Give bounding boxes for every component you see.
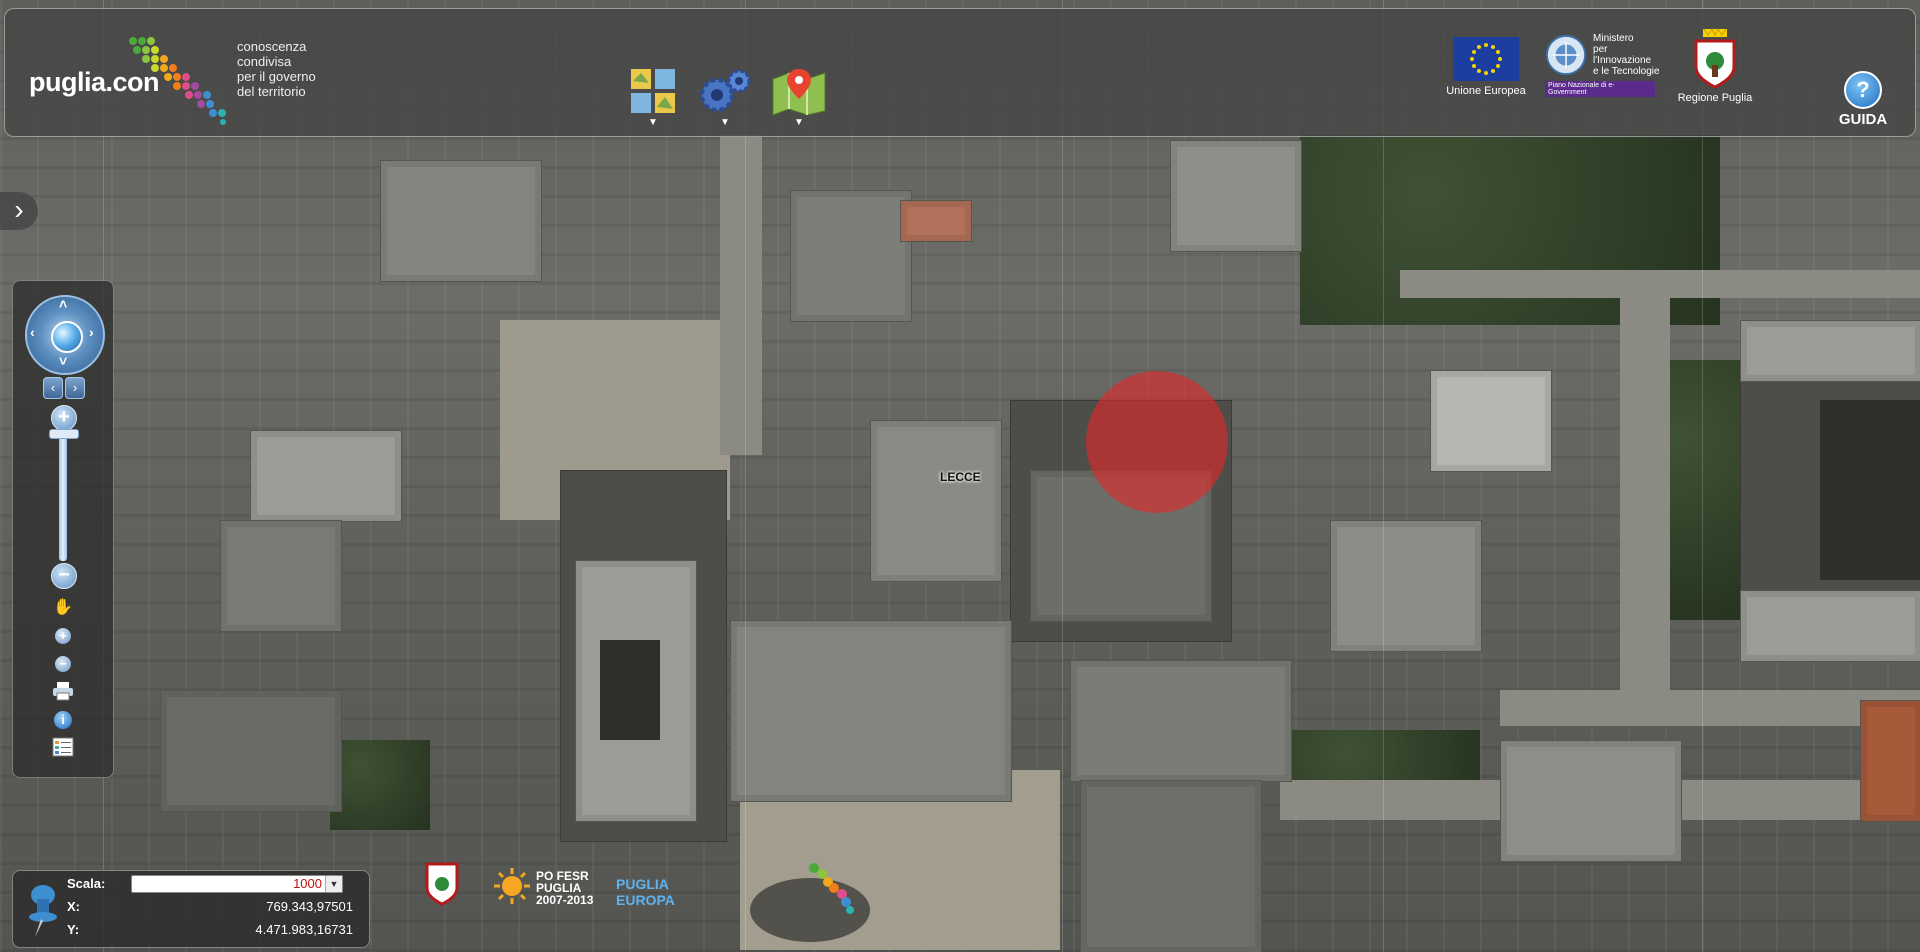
city-label: LECCE xyxy=(940,470,981,484)
ministero-emblem-icon xyxy=(1545,34,1587,76)
zoom-in-small-icon: + xyxy=(55,628,71,644)
help-label: GUIDA xyxy=(1838,111,1888,128)
x-coordinate: 769.343,97501 xyxy=(266,899,353,914)
pan-left-icon[interactable]: ‹ xyxy=(30,324,35,340)
regione-label: Regione Puglia xyxy=(1677,92,1753,104)
regione-coat-of-arms-icon xyxy=(1694,28,1736,89)
side-panel-toggle[interactable]: › xyxy=(0,192,38,230)
info-button[interactable]: i xyxy=(51,709,75,731)
hand-icon: ✋ xyxy=(53,599,73,616)
x-label: X: xyxy=(67,899,80,914)
map-tool-button[interactable]: ▼ xyxy=(769,67,829,129)
history-back-button[interactable]: ‹ xyxy=(43,377,63,399)
printer-icon xyxy=(53,682,73,701)
y-coordinate: 4.471.983,16731 xyxy=(255,922,353,937)
navigation-panel: ˄ ˅ ‹ › ‹ › + − ✋ + − i xyxy=(12,280,114,778)
aerial-map[interactable]: LECCE xyxy=(0,0,1920,952)
chevron-right-icon: › xyxy=(14,194,24,225)
eu-logo[interactable]: Unione Europea xyxy=(1441,37,1531,97)
help-question-icon: ? xyxy=(1844,71,1882,109)
settings-gears-icon xyxy=(700,69,751,112)
chevron-right-icon: › xyxy=(72,380,78,395)
layers-tool-button[interactable]: ▼ xyxy=(623,67,683,129)
chevron-left-icon: ‹ xyxy=(50,380,56,395)
chevron-down-icon[interactable]: ▼ xyxy=(325,876,342,892)
scala-value: 1000 xyxy=(293,876,322,891)
dropdown-arrow-icon: ▼ xyxy=(720,117,730,128)
footer-brand-dots-icon xyxy=(750,863,870,942)
pan-right-icon[interactable]: › xyxy=(89,324,94,340)
print-button[interactable] xyxy=(51,681,75,703)
ministero-subtitle: Piano Nazionale di e-Government xyxy=(1545,81,1655,97)
zoom-slider-handle[interactable] xyxy=(49,429,79,439)
dropdown-arrow-icon: ▼ xyxy=(794,117,804,128)
scale-coordinates-panel: Scala: 1000 ▼ X: 769.343,97501 Y: 4.471.… xyxy=(12,870,370,948)
zoom-slider-track[interactable] xyxy=(59,431,67,561)
pan-control[interactable]: ˄ ˅ ‹ › xyxy=(25,295,105,375)
sun-emblem-icon xyxy=(494,868,530,904)
zoom-box-in-button[interactable]: + xyxy=(51,625,75,647)
regione-logo[interactable]: Regione Puglia xyxy=(1670,27,1760,104)
location-marker[interactable] xyxy=(1086,371,1228,513)
zoom-box-out-button[interactable]: − xyxy=(51,653,75,675)
footer-band: PO FESR PUGLIA 2007-2013 PUGLIA EUROPA xyxy=(400,838,1920,952)
y-label: Y: xyxy=(67,922,80,937)
pan-down-icon[interactable]: ˅ xyxy=(59,353,67,369)
brand-logo-icon xyxy=(129,37,226,125)
puglia-europa-logo: PUGLIA EUROPA xyxy=(616,876,675,908)
brand-tagline: conoscenza condivisa per il governo del … xyxy=(237,39,316,99)
zoom-in-button[interactable]: + xyxy=(51,405,77,431)
pushpin-icon[interactable] xyxy=(23,883,59,939)
pan-hand-button[interactable]: ✋ xyxy=(51,597,75,619)
legend-icon xyxy=(52,737,74,757)
scala-label: Scala: xyxy=(67,876,106,891)
po-fesr-logo: PO FESR PUGLIA 2007-2013 xyxy=(536,869,594,907)
zoom-out-button[interactable]: − xyxy=(51,563,77,589)
minus-icon: − xyxy=(58,564,70,586)
pan-up-icon[interactable]: ˄ xyxy=(59,296,67,312)
top-header: puglia.con conoscenza condivisa per il g… xyxy=(4,8,1916,137)
zoom-out-small-icon: − xyxy=(55,656,71,672)
eu-flag-icon xyxy=(1453,37,1519,81)
ministero-logo[interactable]: Ministero per l'Innovazione e le Tecnolo… xyxy=(1545,33,1665,97)
map-pin-icon xyxy=(772,69,826,115)
scala-select[interactable]: 1000 ▼ xyxy=(131,875,343,893)
help-button[interactable]: ? GUIDA xyxy=(1828,71,1898,128)
history-forward-button[interactable]: › xyxy=(65,377,85,399)
dropdown-arrow-icon: ▼ xyxy=(648,117,658,128)
eu-label: Unione Europea xyxy=(1446,85,1526,97)
regione-footer-emblem-icon xyxy=(425,862,459,906)
globe-icon[interactable] xyxy=(51,321,83,353)
legend-button[interactable] xyxy=(51,737,75,759)
settings-tool-button[interactable]: ▼ xyxy=(695,67,755,129)
layers-icon xyxy=(631,69,675,113)
info-icon: i xyxy=(54,711,72,729)
plus-icon: + xyxy=(58,406,70,428)
